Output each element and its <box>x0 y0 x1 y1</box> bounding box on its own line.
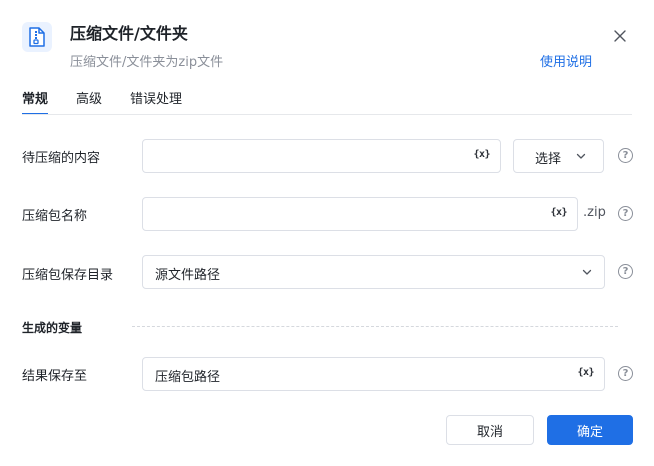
help-icon[interactable]: ? <box>618 206 633 221</box>
zip-name-input[interactable]: {x} <box>142 197 578 231</box>
content-input[interactable]: {x} <box>142 139 501 173</box>
select-button-label: 选择 <box>535 152 562 167</box>
tab-advanced[interactable]: 高级 <box>76 88 102 114</box>
chevron-down-icon <box>576 153 586 159</box>
cancel-button[interactable]: 取消 <box>446 415 534 445</box>
tab-error-handling[interactable]: 错误处理 <box>130 88 182 114</box>
output-label: 结果保存至 <box>22 369 88 384</box>
tab-bar: 常规 高级 错误处理 <box>22 88 210 116</box>
tab-general[interactable]: 常规 <box>22 88 49 115</box>
output-input[interactable]: 压缩包路径 {x} <box>142 357 605 391</box>
compress-dialog: 压缩文件/文件夹 压缩文件/文件夹为zip文件 使用说明 常规 高级 错误处理 … <box>0 0 654 466</box>
select-button[interactable]: 选择 <box>513 139 604 173</box>
tab-divider <box>22 114 632 115</box>
section-divider <box>132 326 618 327</box>
save-dir-select[interactable]: 源文件路径 <box>142 255 605 289</box>
dialog-title: 压缩文件/文件夹 <box>70 24 188 43</box>
variable-icon[interactable]: {x} <box>473 149 490 160</box>
close-icon[interactable] <box>610 26 630 46</box>
confirm-button[interactable]: 确定 <box>547 415 633 445</box>
variable-icon[interactable]: {x} <box>577 367 594 378</box>
dialog-subtitle: 压缩文件/文件夹为zip文件 <box>70 55 224 70</box>
variable-icon[interactable]: {x} <box>550 207 567 218</box>
section-title: 生成的变量 <box>22 321 83 335</box>
output-value: 压缩包路径 <box>155 370 221 385</box>
help-icon[interactable]: ? <box>618 264 633 279</box>
help-icon[interactable]: ? <box>618 366 633 381</box>
save-dir-value: 源文件路径 <box>155 268 221 283</box>
help-icon[interactable]: ? <box>618 148 633 163</box>
help-link[interactable]: 使用说明 <box>540 51 592 70</box>
save-dir-label: 压缩包保存目录 <box>22 268 114 283</box>
zip-file-icon <box>22 22 52 52</box>
zip-name-label: 压缩包名称 <box>22 209 88 224</box>
chevron-down-icon <box>582 269 592 275</box>
zip-suffix: .zip <box>583 205 606 220</box>
content-label: 待压缩的内容 <box>22 151 101 166</box>
